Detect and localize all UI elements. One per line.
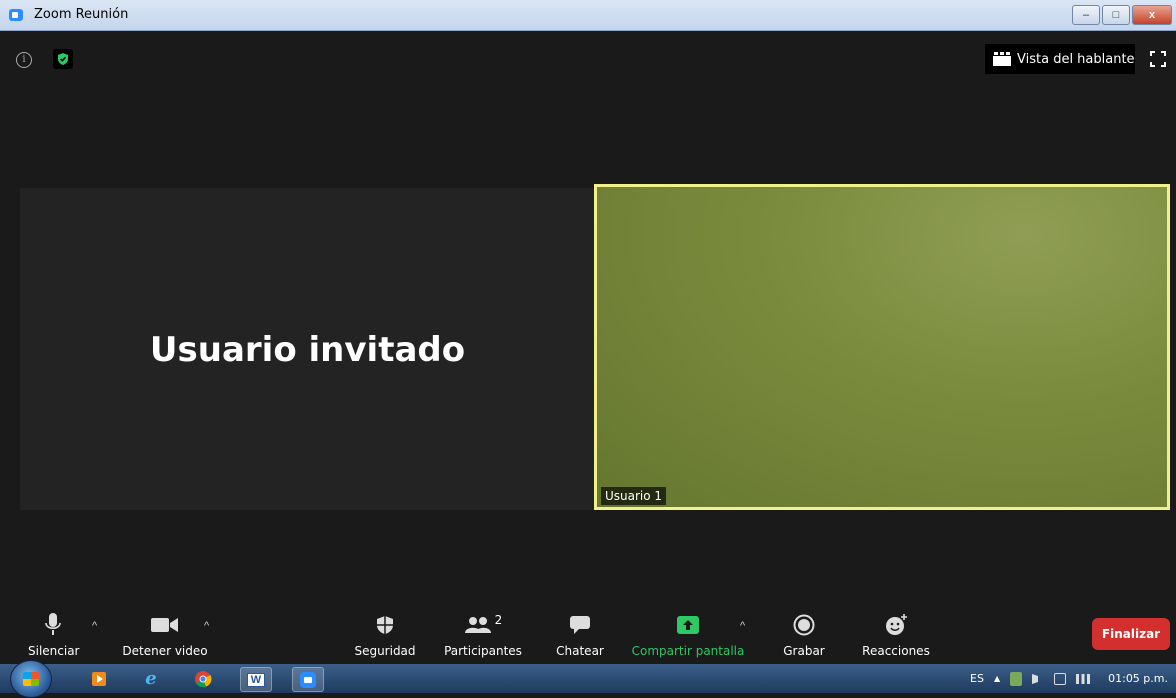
minimize-button[interactable]: –	[1072, 5, 1100, 25]
share-options-caret-icon[interactable]: ^	[740, 620, 745, 632]
security-button[interactable]: Seguridad	[352, 608, 418, 658]
participants-icon: 2	[440, 608, 526, 642]
video-participant-label: Usuario 1	[601, 487, 667, 505]
view-label: Vista del hablante	[1017, 51, 1135, 67]
record-icon	[778, 608, 830, 642]
show-hidden-icons-icon[interactable]: ▲	[994, 674, 1000, 683]
stop-video-button[interactable]: Detener video	[118, 608, 212, 658]
reactions-button[interactable]: Reacciones	[856, 608, 936, 658]
microphone-icon	[28, 608, 78, 642]
taskbar-internet-explorer-icon[interactable]: e	[136, 667, 166, 690]
zoom-app-icon	[9, 9, 23, 21]
record-label: Grabar	[783, 644, 825, 658]
video-camera-icon	[118, 608, 212, 642]
guest-tile[interactable]: Usuario invitado	[20, 188, 595, 510]
maximize-button[interactable]: □	[1102, 5, 1130, 25]
volume-icon[interactable]	[1032, 673, 1044, 684]
mute-label: Silenciar	[28, 644, 80, 658]
taskbar-zoom-icon[interactable]	[292, 667, 324, 692]
audio-options-caret-icon[interactable]: ^	[92, 620, 97, 632]
share-screen-label: Compartir pantalla	[631, 644, 745, 658]
network-icon[interactable]	[1054, 672, 1067, 685]
taskbar-word-icon[interactable]: W	[240, 667, 272, 692]
share-screen-button[interactable]: Compartir pantalla	[630, 608, 746, 658]
record-button[interactable]: Grabar	[778, 608, 830, 658]
mute-button[interactable]: Silenciar	[28, 608, 80, 658]
reactions-smiley-icon	[856, 608, 936, 642]
window-title: Zoom Reunión	[34, 7, 129, 22]
language-indicator[interactable]: ES	[970, 672, 984, 685]
speaker-view-button[interactable]: Vista del hablante	[985, 44, 1135, 74]
encryption-shield-icon[interactable]	[53, 49, 73, 69]
signal-bars-icon[interactable]	[1076, 673, 1091, 684]
close-button[interactable]: x	[1132, 5, 1172, 25]
participants-button[interactable]: 2 Participantes	[440, 608, 526, 658]
security-shield-icon	[352, 608, 418, 642]
stop-video-label: Detener video	[122, 644, 208, 658]
meeting-toolbar: Silenciar ^ Detener video ^ Seguridad 2	[0, 604, 1176, 664]
reactions-label: Reacciones	[862, 644, 930, 658]
participants-label: Participantes	[444, 644, 522, 658]
video-options-caret-icon[interactable]: ^	[204, 620, 209, 632]
security-label: Seguridad	[354, 644, 416, 658]
share-screen-icon	[630, 608, 746, 642]
guest-name: Usuario invitado	[149, 330, 466, 370]
speaker-view-icon	[993, 52, 1011, 66]
info-icon[interactable]: i	[16, 52, 32, 68]
participants-count: 2	[494, 613, 503, 627]
title-bar: Zoom Reunión – □ x	[0, 0, 1176, 31]
chat-label: Chatear	[556, 644, 604, 658]
fullscreen-icon[interactable]	[1150, 51, 1166, 67]
start-button[interactable]	[10, 660, 52, 698]
active-speaker-video-tile[interactable]: Usuario 1	[594, 184, 1170, 510]
clock[interactable]: 01:05 p.m.	[1108, 672, 1168, 685]
windows-taskbar: e W ES ▲ 01:05 p.m.	[0, 660, 1176, 698]
taskbar-chrome-icon[interactable]	[188, 667, 218, 690]
chat-bubble-icon	[550, 608, 610, 642]
end-meeting-button[interactable]: Finalizar	[1092, 618, 1170, 650]
system-tray: ES ▲ 01:05 p.m.	[970, 664, 1168, 693]
taskbar-media-player-icon[interactable]	[84, 667, 114, 690]
chat-button[interactable]: Chatear	[550, 608, 610, 658]
security-center-icon[interactable]	[1010, 671, 1023, 686]
